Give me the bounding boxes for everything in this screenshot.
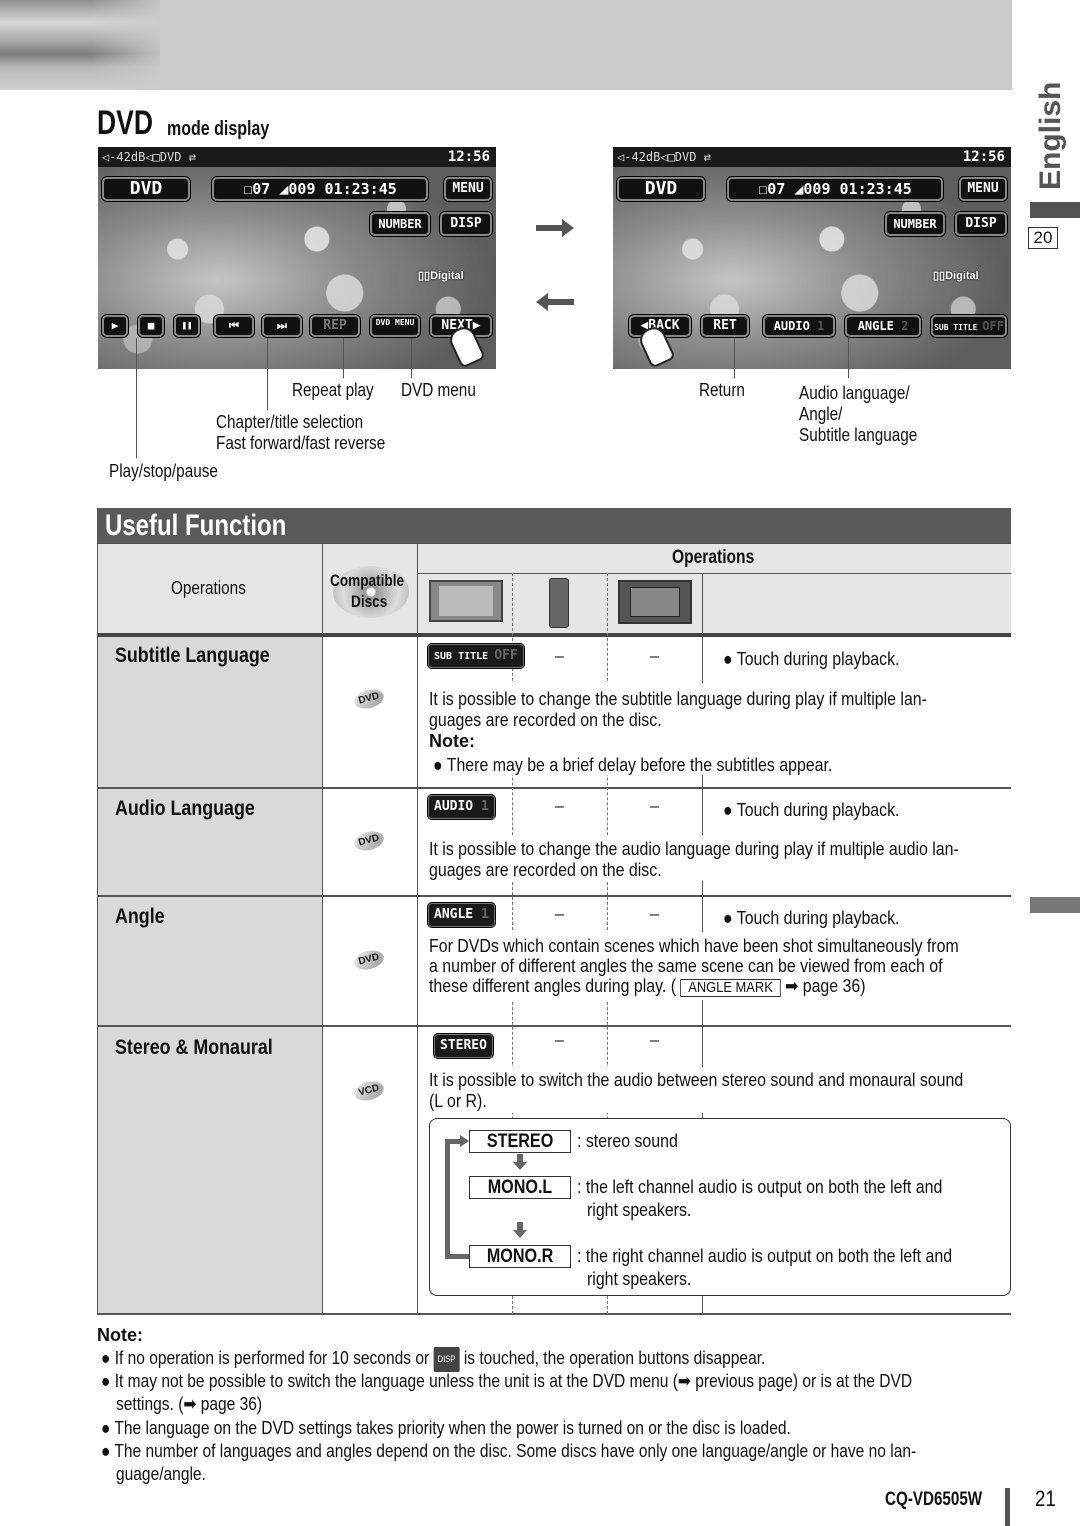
- source-button[interactable]: DVD: [617, 177, 705, 201]
- disp-button[interactable]: DISP: [440, 212, 492, 236]
- language-tab: English: [1034, 81, 1067, 190]
- disp-button[interactable]: DISP: [955, 212, 1007, 236]
- callout-fast-forward: Fast forward/fast reverse: [216, 433, 386, 453]
- audio-button[interactable]: AUDIO 1: [763, 315, 835, 337]
- notes-label: Note:: [97, 1325, 143, 1345]
- source-button[interactable]: DVD: [102, 177, 190, 201]
- op-angle: Angle: [115, 905, 165, 928]
- clock: 12:56: [447, 149, 490, 165]
- side-marker: [1030, 897, 1080, 913]
- op-subtitle-language: Subtitle Language: [115, 644, 270, 667]
- callout-return: Return: [699, 380, 745, 400]
- section-subtitle: mode display: [167, 118, 270, 140]
- header-banner: [0, 0, 1012, 90]
- screen-left: ◁-42dB◁□DVD ⇄ 12:56 DVD ☐07 ◢009 01:23:45…: [98, 147, 496, 369]
- note-item: ● It may not be possible to switch the l…: [101, 1370, 913, 1391]
- vcd-disc-badge: VCD: [352, 1078, 386, 1104]
- note-item: ● The language on the DVD settings takes…: [101, 1417, 791, 1438]
- touch-instruction: ● Touch during playback.: [723, 648, 900, 669]
- col-header-discs: Discs: [351, 592, 388, 611]
- section-title: DVD: [97, 104, 154, 142]
- track-info: ☐07 ◢009 01:23:45: [212, 177, 428, 201]
- callout-dvd-menu: DVD menu: [401, 380, 476, 400]
- audio-button-icon: AUDIO 1: [427, 794, 496, 820]
- subtitle-button-icon: SUB TITLE OFF: [427, 643, 525, 669]
- touch-instruction: ● Touch during playback.: [723, 799, 900, 820]
- remote-control-icon: [549, 578, 569, 628]
- callout-audio-language: Audio language/: [799, 383, 910, 403]
- op-stereo-monaural: Stereo & Monaural: [115, 1036, 273, 1059]
- subtitle-button[interactable]: SUB TITLE OFF: [931, 315, 1007, 337]
- pause-button[interactable]: ❚❚: [174, 315, 200, 337]
- col-header-ops: Operations: [672, 547, 755, 568]
- down-arrow-icon: [513, 1162, 527, 1170]
- arrow-right-icon: [536, 219, 574, 237]
- status-bar: ◁-42dB◁□DVD ⇄ 12:56: [98, 147, 496, 167]
- model-number: CQ-VD6505W: [885, 1489, 983, 1510]
- number-button[interactable]: NUMBER: [885, 212, 945, 236]
- stereo-button-icon: STEREO: [433, 1033, 494, 1059]
- clock: 12:56: [962, 149, 1005, 165]
- dvd-disc-badge: DVD: [352, 686, 386, 712]
- menu-button[interactable]: MENU: [444, 177, 492, 201]
- number-button[interactable]: NUMBER: [370, 212, 430, 236]
- play-button[interactable]: ▶: [102, 315, 128, 337]
- mode-stereo: STEREO: [469, 1130, 571, 1153]
- mode-mono-l: MONO.L: [469, 1176, 571, 1199]
- note-item: ● If no operation is performed for 10 se…: [101, 1346, 765, 1372]
- mode-mono-r: MONO.R: [469, 1245, 571, 1268]
- callout-subtitle-language: Subtitle language: [799, 425, 918, 445]
- loop-arrow-icon: [460, 1135, 469, 1147]
- callout-chapter: Chapter/title selection: [216, 412, 364, 432]
- disp-key-icon: DISP: [433, 1346, 460, 1372]
- touch-instruction: ● Touch during playback.: [723, 907, 900, 928]
- callout-angle: Angle/: [799, 404, 843, 424]
- screen-right: ◁-42dB◁□DVD ⇄ 12:56 DVD ☐07 ◢009 01:23:45…: [613, 147, 1011, 369]
- note-item: ● The number of languages and angles dep…: [101, 1440, 917, 1461]
- return-button[interactable]: RET: [701, 315, 749, 337]
- arrow-left-icon: [536, 293, 574, 311]
- tab-bar: [1030, 202, 1080, 218]
- status-bar: ◁-42dB◁□DVD ⇄ 12:56: [613, 147, 1011, 167]
- col-header-operations: Operations: [171, 578, 246, 598]
- dvd-menu-button[interactable]: DVD MENU: [370, 315, 420, 337]
- angle-button-icon: ANGLE 1: [427, 902, 496, 928]
- angle-mark-key: ANGLE MARK: [680, 979, 781, 997]
- callout-repeat-play: Repeat play: [292, 380, 374, 400]
- prev-button[interactable]: ⏮: [214, 315, 254, 337]
- callout-play-stop-pause: Play/stop/pause: [109, 461, 218, 481]
- dvd-disc-badge: DVD: [352, 947, 386, 973]
- useful-function-header: Useful Function: [97, 508, 1011, 543]
- menu-button[interactable]: MENU: [959, 177, 1007, 201]
- page-number: 21: [1035, 1486, 1056, 1511]
- dvd-disc-badge: DVD: [352, 828, 386, 854]
- op-audio-language: Audio Language: [115, 797, 255, 820]
- next-track-button[interactable]: ⏭: [262, 315, 302, 337]
- side-page-box: 20: [1028, 227, 1058, 249]
- stop-button[interactable]: ■: [138, 315, 164, 337]
- dolby-digital-logo: ▯▯Digital: [418, 270, 464, 282]
- note-label: Note:: [429, 731, 475, 751]
- down-arrow-icon: [513, 1230, 527, 1238]
- touch-screen-icon: [429, 580, 503, 622]
- unit-panel-icon: [618, 580, 692, 624]
- col-header-compatible: Compatible: [330, 571, 405, 590]
- track-info: ☐07 ◢009 01:23:45: [727, 177, 943, 201]
- angle-button[interactable]: ANGLE 2: [845, 315, 921, 337]
- repeat-button[interactable]: REP: [310, 315, 360, 337]
- dolby-digital-logo: ▯▯Digital: [933, 270, 979, 282]
